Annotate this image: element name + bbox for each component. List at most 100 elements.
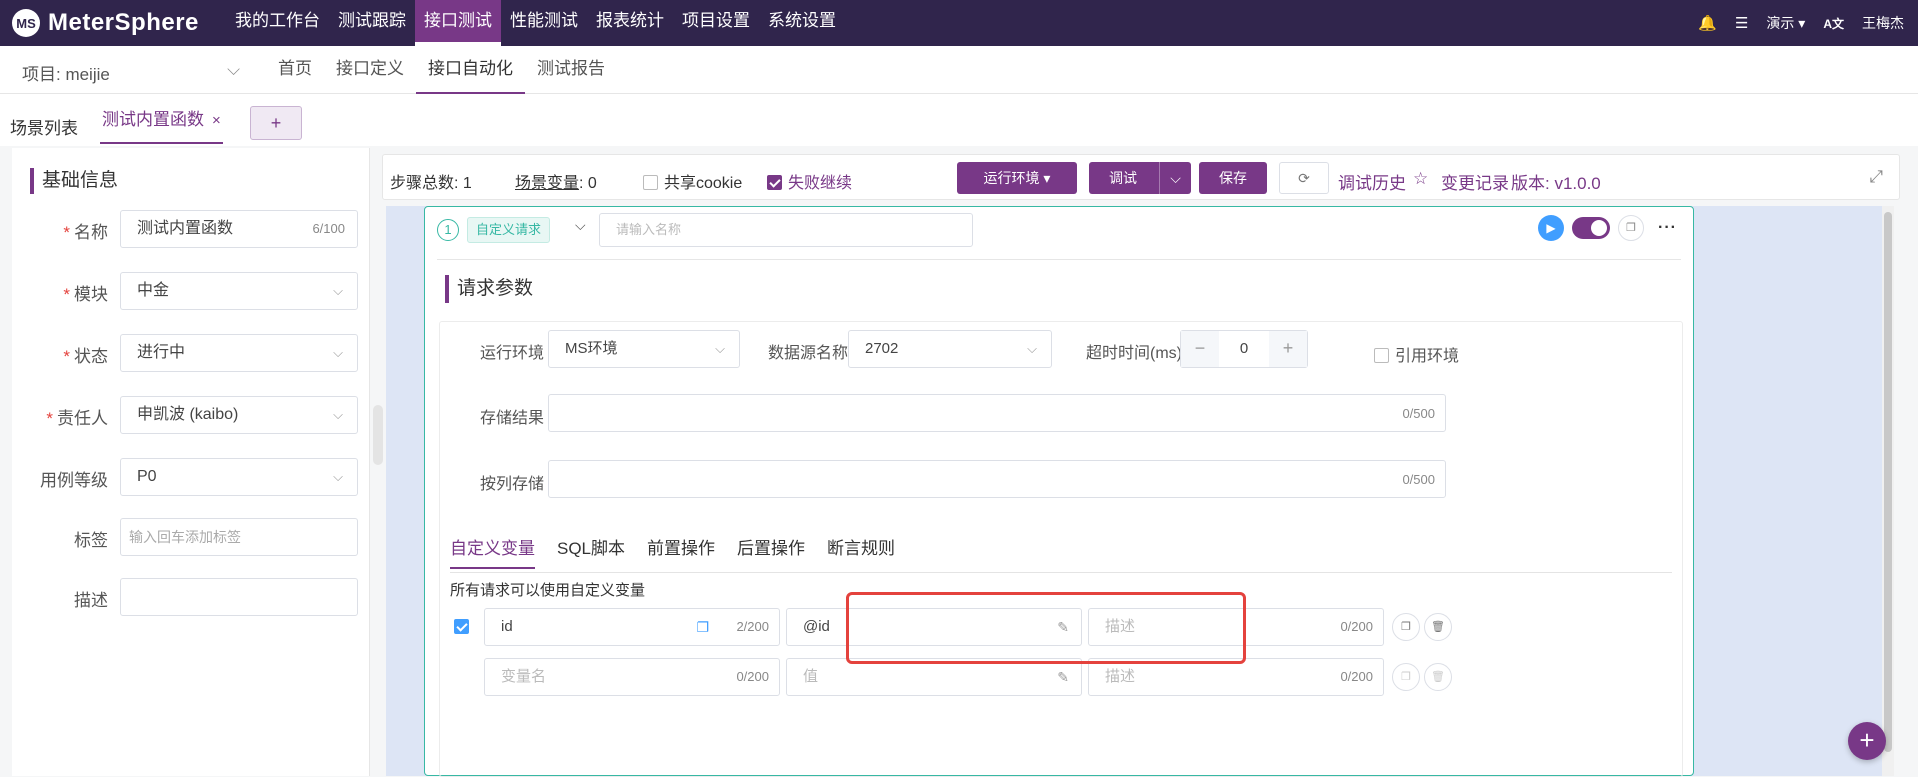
delete-icon[interactable]: 🗑 — [1424, 663, 1452, 691]
store-result-label: 存储结果 — [480, 410, 545, 427]
chevron-down-icon: ▾ — [1798, 15, 1806, 31]
tab-pre-processor[interactable]: 前置操作 — [647, 534, 715, 569]
copy-icon[interactable]: ❐ — [1618, 215, 1645, 241]
api-sub-nav: 首页 接口定义 接口自动化 测试报告 — [266, 46, 617, 94]
variable-name-input[interactable]: 变量名 0/200 — [484, 658, 780, 696]
subnav-home[interactable]: 首页 — [266, 46, 324, 94]
nav-reports[interactable]: 报表统计 — [587, 0, 673, 46]
add-tab-button[interactable]: + — [250, 106, 302, 140]
store-column-input[interactable]: 0/500 — [548, 460, 1446, 498]
tab-scenario-list[interactable]: 场景列表 — [10, 114, 78, 139]
add-step-button[interactable]: + — [1848, 722, 1886, 760]
nav-api-test[interactable]: 接口测试 — [415, 0, 501, 46]
share-cookie-checkbox[interactable]: 共享cookie — [643, 169, 742, 193]
owner-select[interactable]: 申凯波 (kaibo) ⌵ — [120, 396, 358, 434]
step-name-input[interactable]: 请输入名称 — [599, 213, 973, 247]
star-icon[interactable]: ☆ — [1413, 169, 1428, 189]
user-menu[interactable]: 王梅杰 — [1862, 13, 1904, 33]
more-icon[interactable]: ··· — [1658, 219, 1677, 237]
step-actions: ▶ ❐ ··· — [1538, 215, 1677, 241]
close-icon[interactable]: × — [212, 112, 221, 129]
module-select[interactable]: 中金 ⌵ — [120, 272, 358, 310]
step-enable-toggle[interactable] — [1572, 217, 1611, 239]
datasource-select[interactable]: 2702 ⌵ — [848, 330, 1052, 368]
copy-icon[interactable]: ❐ — [696, 609, 709, 645]
app-logo[interactable]: MS MeterSphere — [12, 6, 199, 40]
copy-row-icon[interactable]: ❐ — [1392, 663, 1420, 691]
workspace-switch[interactable]: 演示 ▾ — [1766, 13, 1805, 33]
tab-active-scenario[interactable]: 测试内置函数 × — [100, 104, 223, 144]
tab-post-processor[interactable]: 后置操作 — [737, 534, 805, 569]
divider — [450, 572, 1672, 573]
variable-name-count: 2/200 — [736, 619, 769, 634]
nav-performance[interactable]: 性能测试 — [501, 0, 587, 46]
field-module: * 模块 中金 ⌵ — [12, 272, 370, 310]
debug-button[interactable]: 调试 ⌵ — [1089, 162, 1191, 194]
field-description: 描述 — [12, 578, 370, 616]
field-tags-label: 标签 — [74, 531, 108, 550]
chevron-down-icon[interactable]: ⌵ — [575, 217, 586, 234]
name-input[interactable]: 测试内置函数 6/100 — [120, 210, 358, 248]
edit-icon[interactable]: ✎ — [1057, 659, 1069, 695]
tab-custom-variables[interactable]: 自定义变量 — [450, 534, 535, 569]
scene-variables[interactable]: 场景变量: 0 — [515, 169, 597, 193]
change-log-link[interactable]: 变更记录 — [1441, 169, 1509, 194]
env-select[interactable]: MS环境 ⌵ — [548, 330, 740, 368]
tasks-icon[interactable]: ☰ — [1735, 14, 1748, 32]
refresh-icon[interactable]: ⟳ — [1279, 162, 1329, 194]
project-select[interactable]: 项目: meijie ⌵ — [22, 60, 240, 85]
variables-hint: 所有请求可以使用自定义变量 — [450, 582, 646, 599]
datasource-label: 数据源名称 — [768, 345, 849, 362]
fail-continue-checkbox[interactable]: 失败继续 — [767, 169, 852, 193]
minus-icon[interactable]: − — [1181, 331, 1219, 367]
tab-sql-script[interactable]: SQL脚本 — [557, 534, 625, 569]
timeout-label: 超时时间(ms) — [1086, 345, 1182, 362]
nav-system-settings[interactable]: 系统设置 — [759, 0, 845, 46]
nav-workbench[interactable]: 我的工作台 — [226, 0, 329, 46]
variable-name-input[interactable]: id ❐ 2/200 — [484, 608, 780, 646]
debug-history-link[interactable]: 调试历史 — [1338, 169, 1406, 194]
version-label[interactable]: 版本: v1.0.0 — [1511, 169, 1601, 194]
highlight-annotation — [846, 592, 1246, 664]
tab-active-label: 测试内置函数 — [102, 110, 204, 129]
run-env-button[interactable]: 运行环境 ▾ — [957, 162, 1077, 194]
play-icon[interactable]: ▶ — [1538, 215, 1565, 241]
store-result-count: 0/500 — [1402, 406, 1435, 421]
field-owner: * 责任人 申凯波 (kaibo) ⌵ — [12, 396, 370, 434]
level-select[interactable]: P0 ⌵ — [120, 458, 358, 496]
variable-enable-checkbox[interactable] — [454, 619, 475, 635]
bell-icon[interactable]: 🔔 — [1698, 14, 1717, 32]
nav-test-track[interactable]: 测试跟踪 — [329, 0, 415, 46]
scrollbar-thumb[interactable] — [1884, 212, 1892, 752]
copy-row-icon[interactable]: ❐ — [1392, 613, 1420, 641]
translate-icon[interactable]: A文 — [1823, 15, 1844, 32]
chevron-down-icon: ⌵ — [333, 345, 343, 360]
expand-icon[interactable]: ⤢ — [1869, 167, 1883, 187]
tags-input[interactable]: 输入回车添加标签 — [120, 518, 358, 556]
subnav-test-report[interactable]: 测试报告 — [525, 46, 617, 94]
save-button[interactable]: 保存 — [1199, 162, 1267, 194]
status-select[interactable]: 进行中 ⌵ — [120, 334, 358, 372]
variable-desc-count: 0/200 — [1340, 619, 1373, 634]
tab-assertions[interactable]: 断言规则 — [827, 534, 895, 569]
scrollbar[interactable] — [1882, 206, 1894, 776]
description-textarea[interactable] — [120, 578, 358, 616]
subnav-api-automation[interactable]: 接口自动化 — [416, 46, 525, 94]
chevron-down-icon: ⌵ — [715, 341, 725, 356]
top-nav-bar: MS MeterSphere 我的工作台 测试跟踪 接口测试 性能测试 报表统计… — [0, 0, 1918, 46]
timeout-stepper[interactable]: − 0 + — [1180, 330, 1308, 368]
plus-icon[interactable]: + — [1269, 331, 1307, 367]
sub-nav-bar: 项目: meijie ⌵ 首页 接口定义 接口自动化 测试报告 — [0, 46, 1918, 94]
chevron-down-icon[interactable]: ⌵ — [1159, 162, 1191, 194]
scenario-tabs: 场景列表 测试内置函数 × + — [0, 94, 1918, 146]
store-result-input[interactable]: 0/500 — [548, 394, 1446, 432]
delete-icon[interactable]: 🗑 — [1424, 613, 1452, 641]
subnav-api-definition[interactable]: 接口定义 — [324, 46, 416, 94]
request-subtabs: 自定义变量 SQL脚本 前置操作 后置操作 断言规则 — [450, 534, 895, 569]
app-name: MeterSphere — [48, 9, 199, 36]
ref-env-checkbox[interactable]: 引用环境 — [1374, 342, 1459, 366]
variable-desc-count: 0/200 — [1340, 669, 1373, 684]
checkbox-checked-icon — [767, 175, 782, 190]
nav-project-settings[interactable]: 项目设置 — [673, 0, 759, 46]
field-name: * 名称 测试内置函数 6/100 — [12, 210, 370, 248]
